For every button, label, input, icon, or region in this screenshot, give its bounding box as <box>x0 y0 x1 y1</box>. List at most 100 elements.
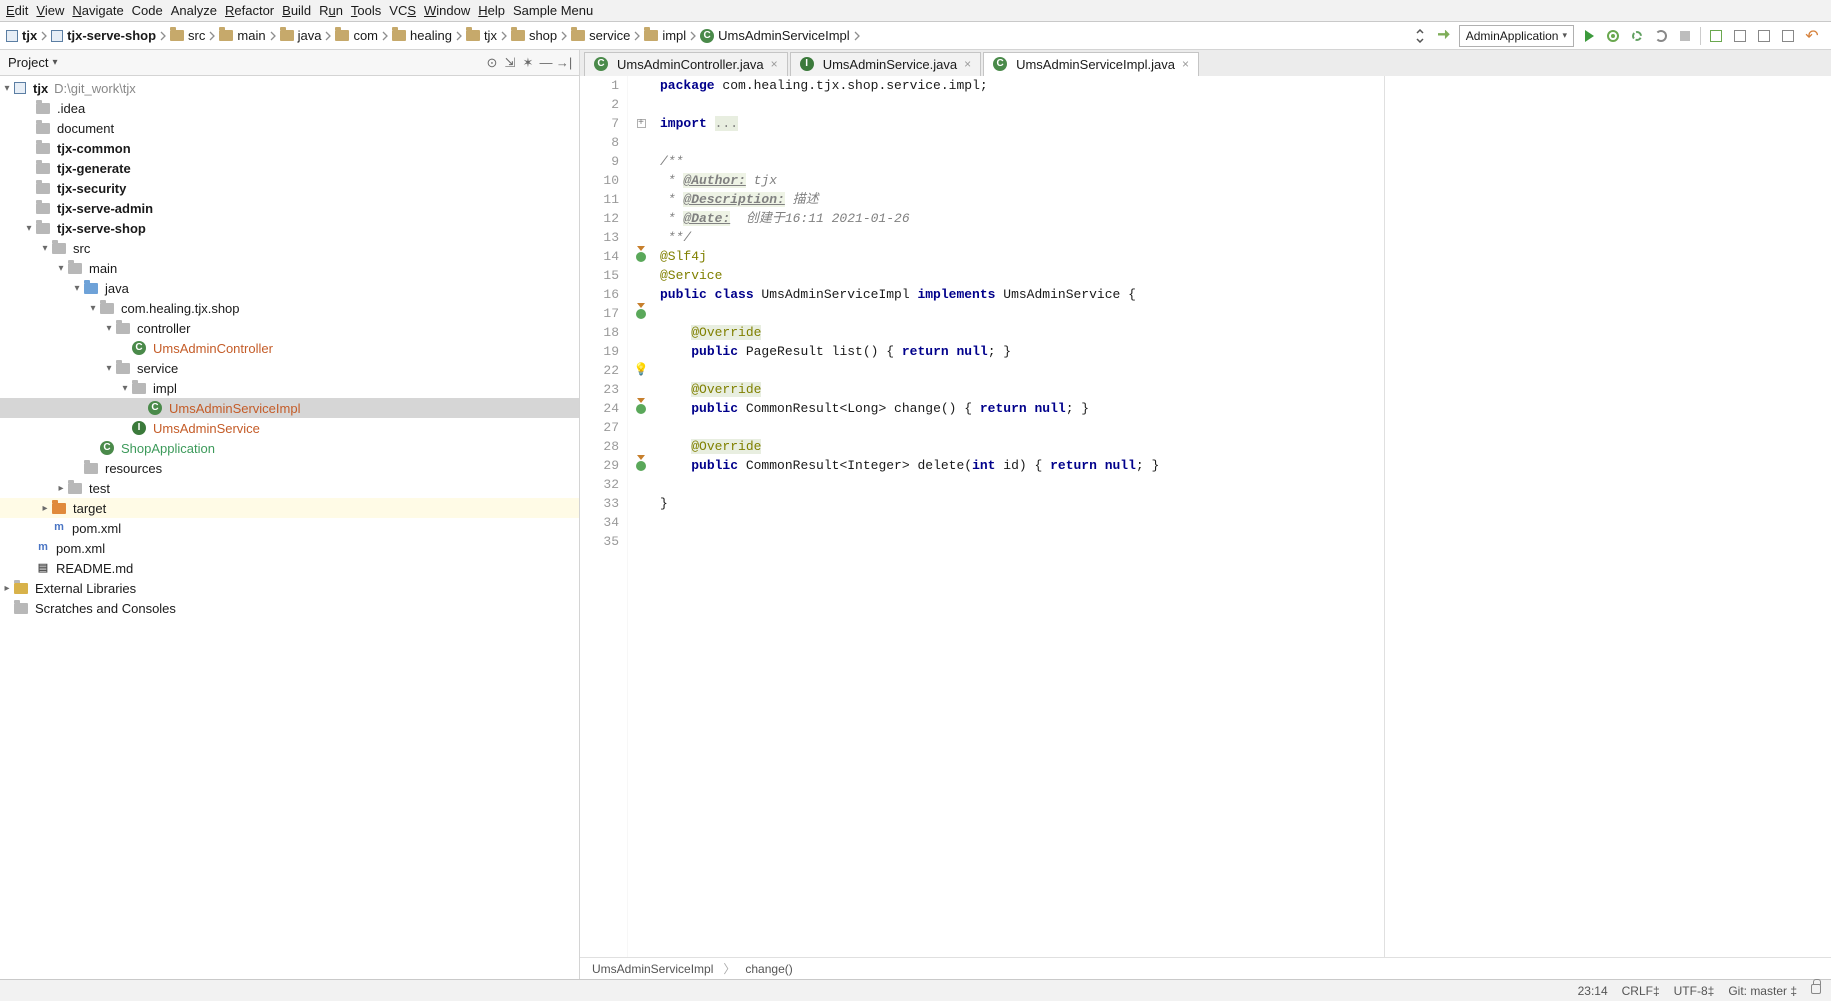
tree-item[interactable]: .idea <box>0 98 579 118</box>
editor-crumb-method[interactable]: change() <box>745 962 792 976</box>
code-line[interactable]: * @Description: 描述 <box>660 190 1831 209</box>
code-line[interactable]: public CommonResult<Integer> delete(int … <box>660 456 1831 475</box>
tree-item[interactable]: ▸target <box>0 498 579 518</box>
breadcrumb-item[interactable]: java <box>278 28 324 43</box>
code-line[interactable]: public class UmsAdminServiceImpl impleme… <box>660 285 1831 304</box>
menu-build[interactable]: Build <box>282 3 311 18</box>
gear-icon[interactable]: ✶ <box>521 56 535 70</box>
toolbar-icon-3[interactable] <box>1755 27 1773 45</box>
code-line[interactable] <box>660 532 1831 551</box>
twisty-icon[interactable]: ▾ <box>102 363 116 374</box>
code-line[interactable]: public CommonResult<Long> change() { ret… <box>660 399 1831 418</box>
project-tree[interactable]: ▾ tjx D:\git_work\tjx .ideadocumenttjx-c… <box>0 76 580 979</box>
code-line[interactable]: * @Author: tjx <box>660 171 1831 190</box>
tree-item[interactable]: tjx-serve-admin <box>0 198 579 218</box>
menu-view[interactable]: View <box>36 3 64 18</box>
code-line[interactable]: package com.healing.tjx.shop.service.imp… <box>660 76 1831 95</box>
tree-scratches[interactable]: Scratches and Consoles <box>0 598 579 618</box>
tree-item[interactable]: ▤README.md <box>0 558 579 578</box>
code-line[interactable] <box>660 95 1831 114</box>
breadcrumb-item[interactable]: com <box>333 28 380 43</box>
locate-icon[interactable]: ⊙ <box>485 56 499 70</box>
hammer-icon[interactable] <box>1435 27 1453 45</box>
hide-icon[interactable]: — <box>539 56 553 70</box>
twisty-icon[interactable]: ▸ <box>38 503 52 514</box>
breadcrumb-item[interactable]: tjx-serve-shop <box>49 28 158 43</box>
status-line-separator[interactable]: CRLF‡ <box>1622 984 1660 998</box>
breadcrumb-item[interactable]: CUmsAdminServiceImpl <box>698 28 851 43</box>
tree-item[interactable]: IUmsAdminService <box>0 418 579 438</box>
twisty-icon[interactable]: ▾ <box>102 323 116 334</box>
expand-icon[interactable]: ⇲ <box>503 56 517 70</box>
status-git-branch[interactable]: Git: master ‡ <box>1728 984 1797 998</box>
twisty-icon[interactable]: ▸ <box>54 483 68 494</box>
twisty-icon[interactable]: ▾ <box>22 223 36 234</box>
tree-item[interactable]: ▾controller <box>0 318 579 338</box>
tree-item[interactable]: document <box>0 118 579 138</box>
menu-window[interactable]: Window <box>424 3 470 18</box>
close-icon[interactable]: × <box>769 57 778 71</box>
twisty-icon[interactable]: ▾ <box>0 83 14 94</box>
code-line[interactable]: @Service <box>660 266 1831 285</box>
tree-item[interactable]: mpom.xml <box>0 538 579 558</box>
code-area[interactable]: 1278910111213141516171819222324272829323… <box>580 76 1831 957</box>
status-encoding[interactable]: UTF-8‡ <box>1674 984 1715 998</box>
twisty-icon[interactable]: ▾ <box>86 303 100 314</box>
menu-sample[interactable]: Sample Menu <box>513 3 593 18</box>
menu-help[interactable]: Help <box>478 3 505 18</box>
twisty-icon[interactable]: ▾ <box>38 243 52 254</box>
toolbar-icon-2[interactable] <box>1731 27 1749 45</box>
code-line[interactable] <box>660 361 1831 380</box>
tree-item[interactable]: ▾tjx-serve-shop <box>0 218 579 238</box>
toolbar-back-icon[interactable]: ↶ <box>1803 27 1821 45</box>
project-view-caret[interactable]: ▾ <box>52 57 57 68</box>
code-line[interactable] <box>660 133 1831 152</box>
tree-item[interactable]: ▾com.healing.tjx.shop <box>0 298 579 318</box>
breadcrumb-item[interactable]: main <box>217 28 267 43</box>
breadcrumb-item[interactable]: src <box>168 28 207 43</box>
tree-root[interactable]: ▾ tjx D:\git_work\tjx <box>0 78 579 98</box>
implements-icon[interactable] <box>636 252 646 262</box>
close-icon[interactable]: × <box>962 57 971 71</box>
code-line[interactable] <box>660 513 1831 532</box>
tree-external-libraries[interactable]: ▸ External Libraries <box>0 578 579 598</box>
close-icon[interactable]: × <box>1180 57 1189 71</box>
status-caret[interactable]: 23:14 <box>1578 984 1608 998</box>
code-line[interactable] <box>660 418 1831 437</box>
toolbar-icon-4[interactable] <box>1779 27 1797 45</box>
breadcrumb-item[interactable]: shop <box>509 28 559 43</box>
code-line[interactable]: @Slf4j <box>660 247 1831 266</box>
tree-item[interactable]: tjx-security <box>0 178 579 198</box>
menu-vcs[interactable]: VCS <box>389 3 416 18</box>
tree-item[interactable]: ▸test <box>0 478 579 498</box>
lock-icon[interactable] <box>1811 984 1821 994</box>
run-coverage-button[interactable] <box>1628 27 1646 45</box>
fold-icon[interactable] <box>637 119 646 128</box>
tree-item[interactable]: mpom.xml <box>0 518 579 538</box>
implements-icon[interactable] <box>636 461 646 471</box>
twisty-icon[interactable]: ▾ <box>118 383 132 394</box>
code-line[interactable]: } <box>660 494 1831 513</box>
code-line[interactable]: import ... <box>660 114 1831 133</box>
editor-tab[interactable]: IUmsAdminService.java× <box>790 52 981 76</box>
collapse-icon[interactable]: →| <box>557 56 571 70</box>
breadcrumb-item[interactable]: service <box>569 28 632 43</box>
tree-item[interactable]: ▾impl <box>0 378 579 398</box>
menu-navigate[interactable]: Navigate <box>72 3 123 18</box>
tree-item[interactable]: tjx-generate <box>0 158 579 178</box>
menu-analyze[interactable]: Analyze <box>171 3 217 18</box>
tree-item[interactable]: CUmsAdminController <box>0 338 579 358</box>
code-line[interactable]: @Override <box>660 437 1831 456</box>
updown-icon[interactable] <box>1411 27 1429 45</box>
implements-icon[interactable] <box>636 309 646 319</box>
twisty-icon[interactable]: ▸ <box>0 583 14 594</box>
code-line[interactable] <box>660 475 1831 494</box>
code-line[interactable]: @Override <box>660 380 1831 399</box>
stop-button[interactable] <box>1676 27 1694 45</box>
editor-tab[interactable]: CUmsAdminController.java× <box>584 52 788 76</box>
twisty-icon[interactable]: ▾ <box>54 263 68 274</box>
breadcrumb-item[interactable]: impl <box>642 28 688 43</box>
bulb-icon[interactable]: 💡 <box>634 361 649 380</box>
tree-item[interactable]: ▾src <box>0 238 579 258</box>
editor-crumb-class[interactable]: UmsAdminServiceImpl <box>592 962 713 976</box>
